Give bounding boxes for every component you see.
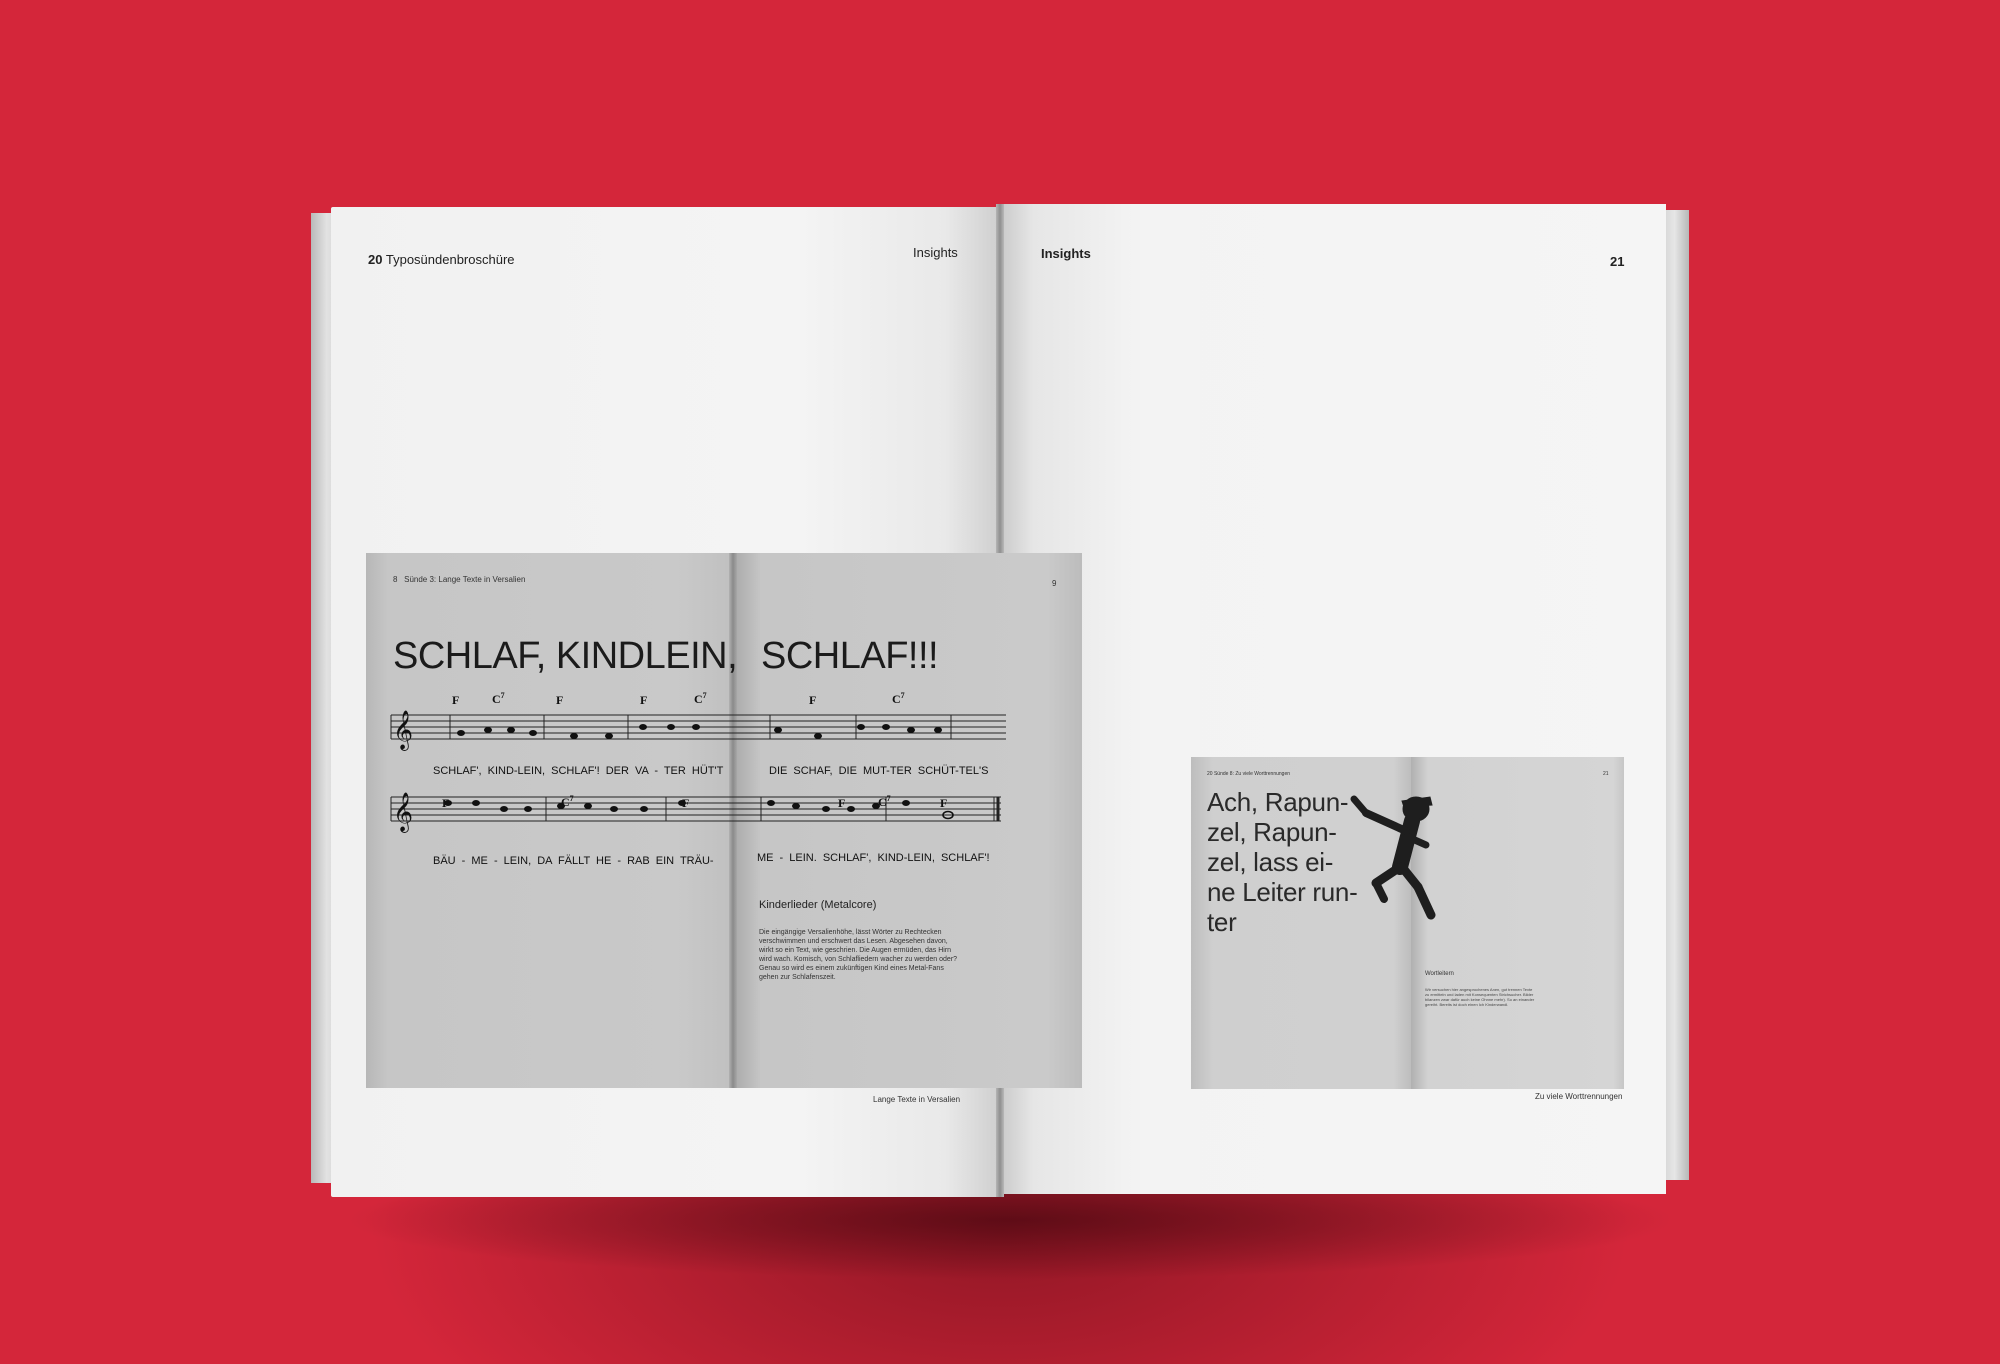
inner-left-page-number: 8 <box>393 575 398 584</box>
left-page-footer: Lange Texte in Versalien <box>873 1095 961 1104</box>
inner-spread-lullaby: 8 Sünde 3: Lange Texte in Versalien 9 SC… <box>366 553 1082 1088</box>
chord-c7-1: C7 <box>492 691 505 706</box>
lyrics-row2-right: ME - LEIN. SCHLAF', KIND-LEIN, SCHLAF'! <box>757 852 990 864</box>
chord-f-4: F <box>809 693 817 707</box>
inner-left-running-title: Sünde 3: Lange Texte in Versalien <box>404 575 526 584</box>
rapunzel-subheading: Wortleitern <box>1425 971 1454 977</box>
chord-c7-2: C7 <box>694 691 707 706</box>
right-page-number: 21 <box>1610 254 1625 269</box>
lullaby-body-text: Die eingängige Versalienhöhe, lässt Wört… <box>759 929 958 981</box>
left-page-number: 20 <box>368 252 383 267</box>
chord-c7-4: C7 <box>561 794 574 809</box>
left-page-header: 20 Typosündenbroschüre <box>368 252 515 267</box>
right-page-footer: Zu viele Worttrennungen <box>1535 1092 1623 1101</box>
lyrics-row1-left: SCHLAF', KIND-LEIN, SCHLAF'! DER VA - TE… <box>433 765 724 777</box>
svg-text:𝄞: 𝄞 <box>393 710 413 751</box>
inner-left-header: 8 Sünde 3: Lange Texte in Versalien <box>393 575 525 584</box>
rapunzel-page-number: 21 <box>1603 771 1609 777</box>
chord-f-6: F <box>682 796 690 810</box>
chord-f-3: F <box>640 693 648 707</box>
right-section-label: Insights <box>1041 246 1091 261</box>
left-section-label: Insights <box>913 245 958 260</box>
chord-c7-3: C7 <box>892 691 905 706</box>
lullaby-title-right: SCHLAF!!! <box>761 635 939 677</box>
lyrics-row2-left: BÄU - ME - LEIN, DA FÄLLT HE - RAB EIN T… <box>433 855 714 867</box>
chord-f-2: F <box>556 693 564 707</box>
inner-spread-rapunzel: 20 Sünde 8: Zu viele Worttrennungen 21 A… <box>1191 757 1624 1089</box>
book-edge-right <box>1665 210 1689 1180</box>
chord-f-7: F <box>838 796 846 810</box>
chord-f-8: F <box>940 796 948 810</box>
left-running-title: Typosündenbroschüre <box>385 252 515 267</box>
chord-f-1: F <box>452 693 460 707</box>
climbing-figure-icon <box>1350 795 1436 920</box>
chord-f-5: F <box>442 796 450 810</box>
inner-right-page-number: 9 <box>1052 579 1057 588</box>
lullaby-title-left: SCHLAF, KINDLEIN, <box>393 635 738 677</box>
svg-text:𝄞: 𝄞 <box>393 792 413 833</box>
lullaby-subheading: Kinderlieder (Metalcore) <box>759 899 877 911</box>
lyrics-row1-right: DIE SCHAF, DIE MUT-TER SCHÜT-TEL'S <box>769 765 989 777</box>
rapunzel-running-title: 20 Sünde 8: Zu viele Worttrennungen <box>1207 771 1291 777</box>
chord-c7-5: C7 <box>878 794 891 809</box>
sheet-music: 𝄞 𝄞 <box>390 710 1006 833</box>
rapunzel-body-text: Wir versuchen hier angesprochenes Anen, … <box>1425 987 1535 1007</box>
